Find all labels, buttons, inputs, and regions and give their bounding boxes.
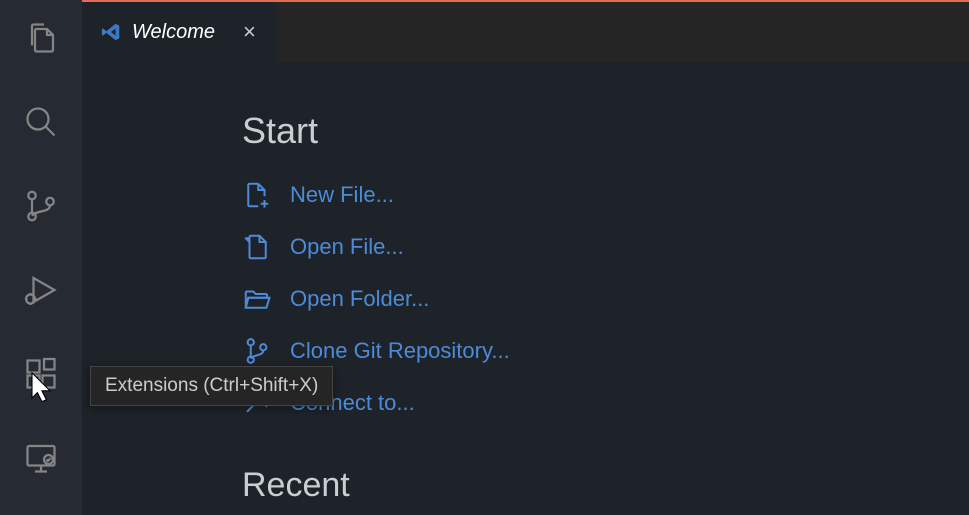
start-heading: Start <box>242 110 969 152</box>
activity-extensions[interactable] <box>17 350 65 398</box>
editor-area: Welcome × Start New File... Open File... <box>82 0 969 515</box>
close-icon[interactable]: × <box>243 21 256 43</box>
activity-remote[interactable] <box>17 434 65 482</box>
activity-bar <box>0 0 82 515</box>
files-icon <box>23 20 59 56</box>
vscode-icon <box>100 21 122 43</box>
start-open-file[interactable]: Open File... <box>242 232 969 262</box>
open-file-icon <box>242 232 272 262</box>
tab-label: Welcome <box>132 21 215 44</box>
tab-welcome[interactable]: Welcome × <box>82 2 276 62</box>
tooltip-extensions: Extensions (Ctrl+Shift+X) <box>90 366 333 406</box>
git-clone-icon <box>242 336 272 366</box>
start-list: New File... Open File... Open Folder... <box>242 180 969 418</box>
remote-explorer-icon <box>23 440 59 476</box>
extensions-icon <box>23 356 59 392</box>
source-control-icon <box>23 188 59 224</box>
search-icon <box>23 104 59 140</box>
start-open-folder[interactable]: Open Folder... <box>242 284 969 314</box>
start-new-file[interactable]: New File... <box>242 180 969 210</box>
start-item-label: New File... <box>290 182 394 208</box>
run-debug-icon <box>23 272 59 308</box>
welcome-page: Start New File... Open File... Open Fold… <box>82 62 969 515</box>
start-item-label: Open Folder... <box>290 286 429 312</box>
activity-source-control[interactable] <box>17 182 65 230</box>
start-clone-git[interactable]: Clone Git Repository... <box>242 336 969 366</box>
tab-bar: Welcome × <box>82 0 969 62</box>
start-item-label: Open File... <box>290 234 404 260</box>
start-item-label: Clone Git Repository... <box>290 338 510 364</box>
activity-search[interactable] <box>17 98 65 146</box>
activity-explorer[interactable] <box>17 14 65 62</box>
tooltip-text: Extensions (Ctrl+Shift+X) <box>105 375 318 396</box>
activity-run-debug[interactable] <box>17 266 65 314</box>
recent-heading: Recent <box>242 466 969 505</box>
new-file-icon <box>242 180 272 210</box>
start-connect-to[interactable]: Connect to... <box>242 388 969 418</box>
open-folder-icon <box>242 284 272 314</box>
